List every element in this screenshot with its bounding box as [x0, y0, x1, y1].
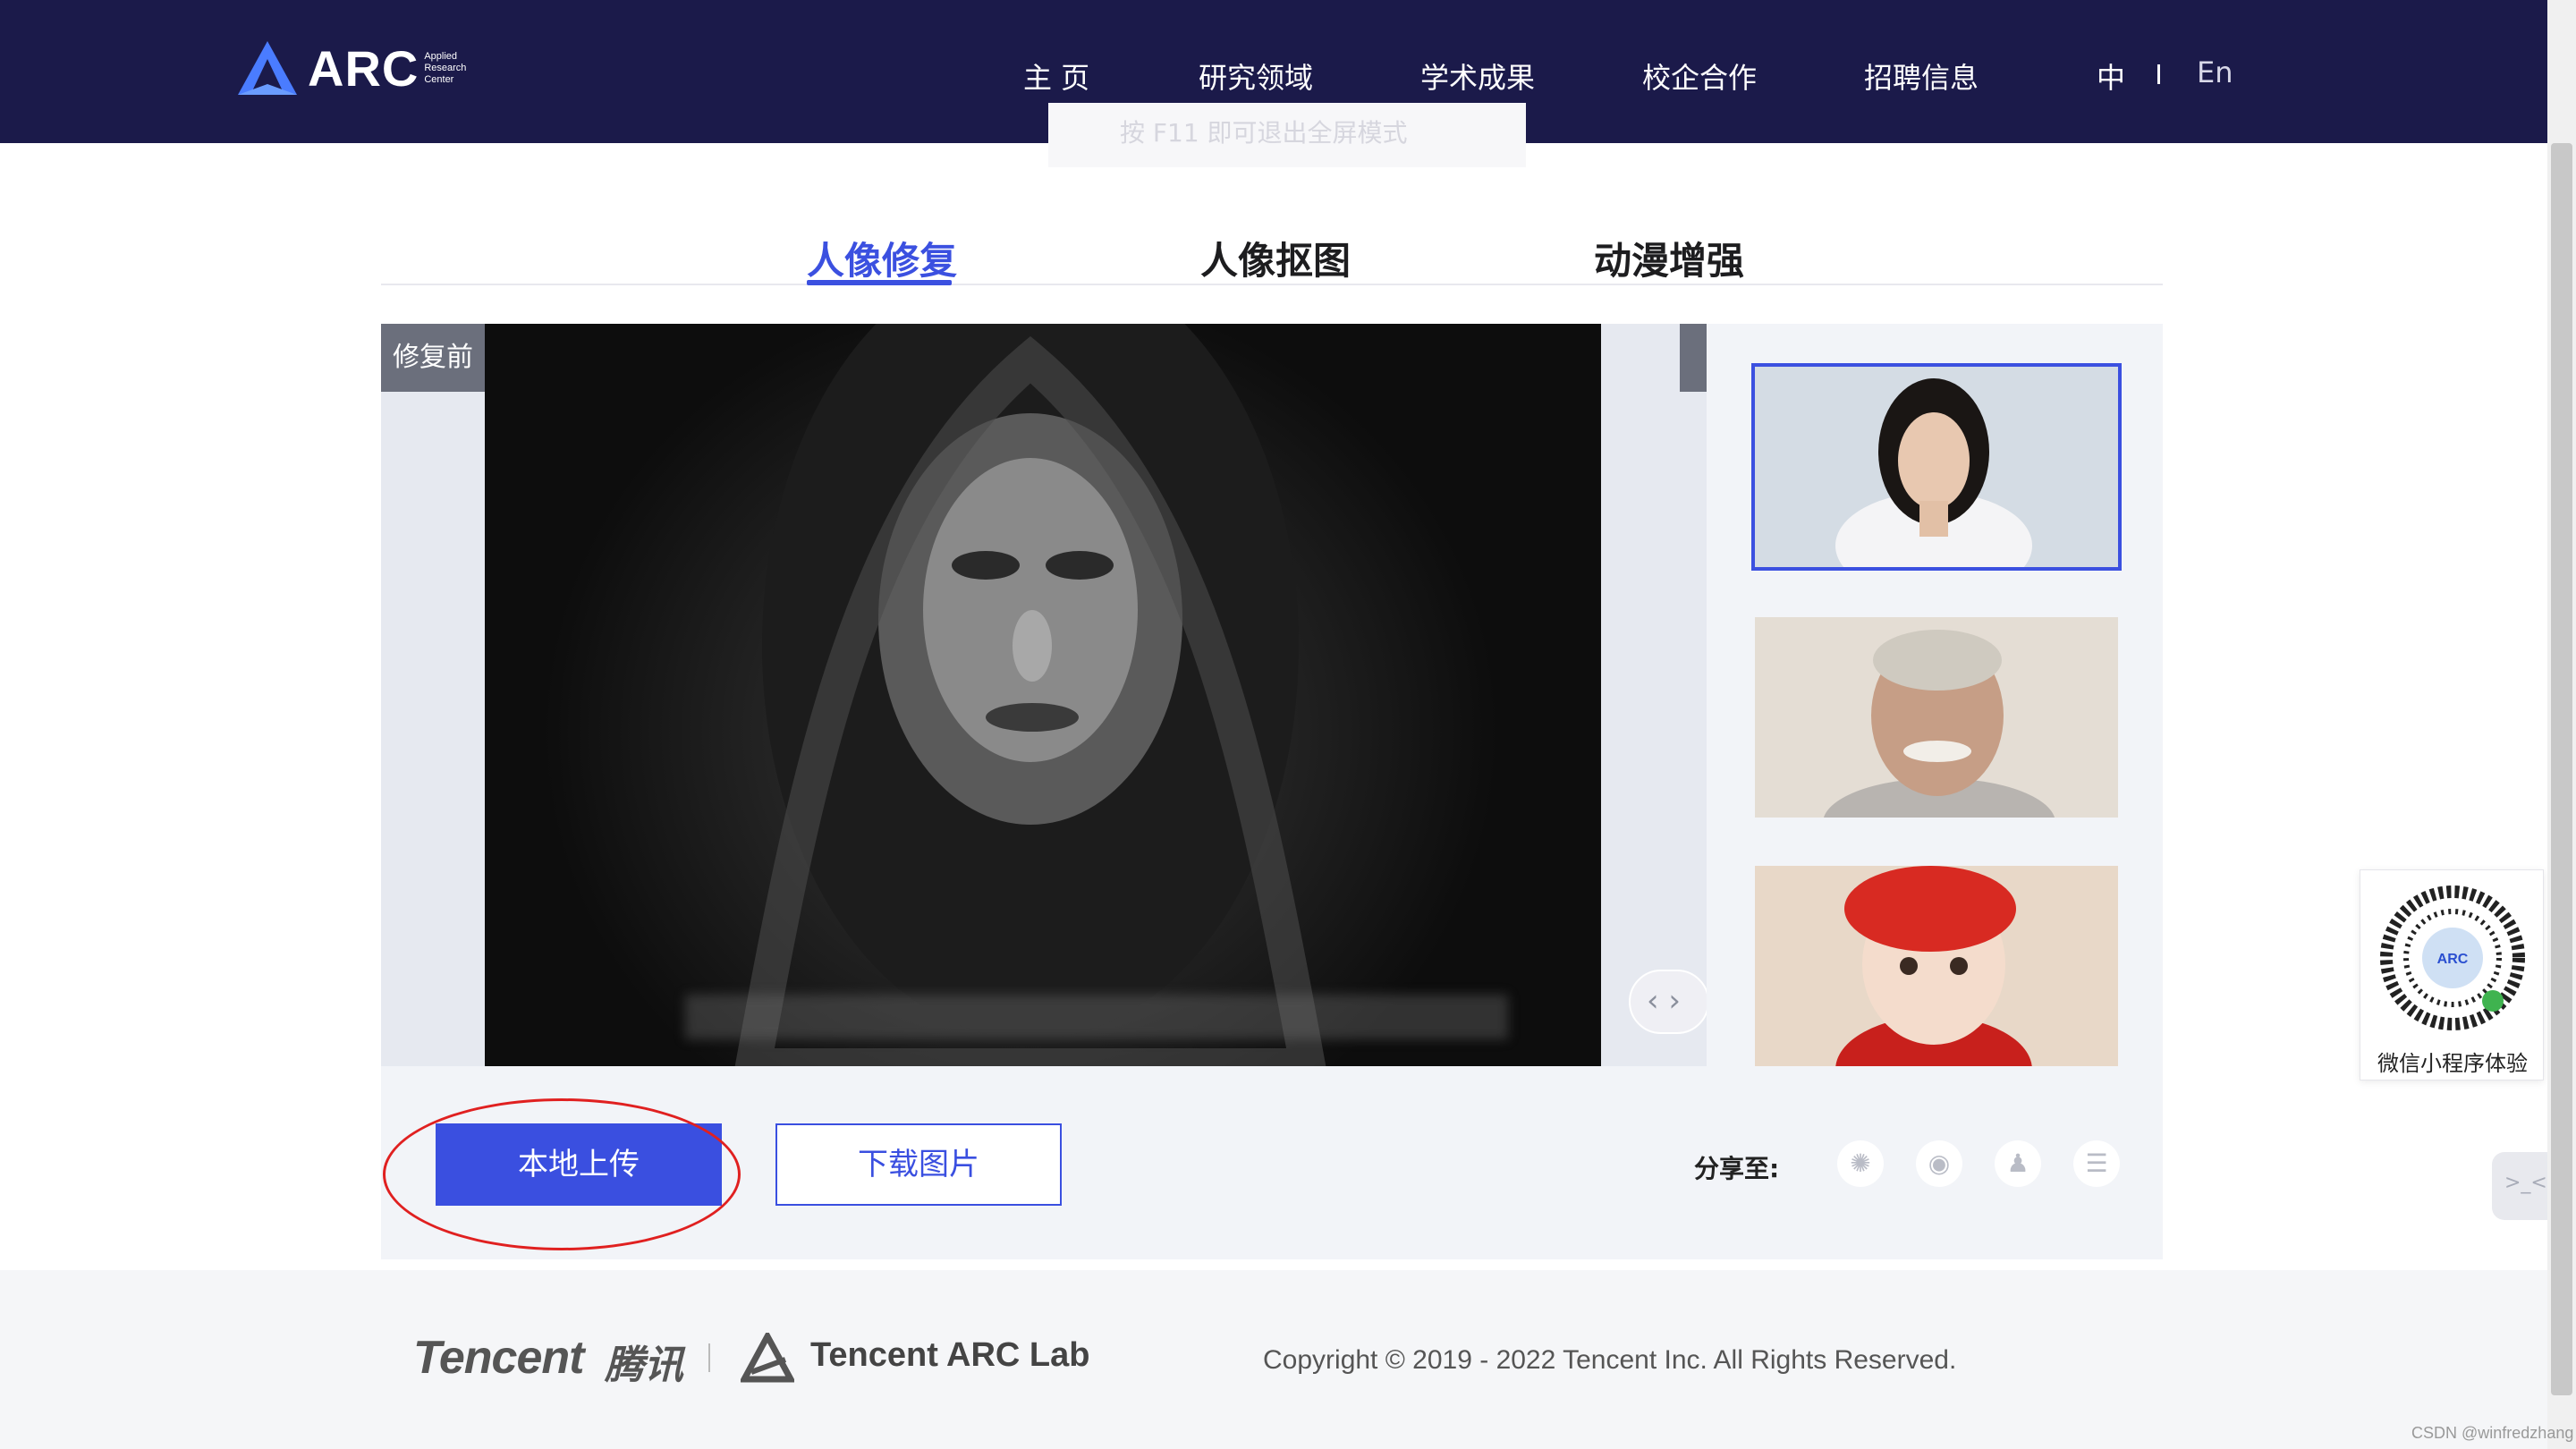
- nav-careers[interactable]: 招聘信息: [1864, 55, 1979, 97]
- logo-subtitle: Applied Research Center: [424, 50, 467, 85]
- download-button[interactable]: 下载图片: [775, 1123, 1062, 1206]
- nav-research[interactable]: 研究领域: [1199, 55, 1313, 97]
- thumbnail-young-woman[interactable]: [1751, 363, 2122, 571]
- before-label: 修复前: [381, 324, 485, 392]
- lang-zh[interactable]: 中: [2097, 55, 2125, 97]
- douban-icon[interactable]: ☰: [2073, 1140, 2120, 1187]
- tab-active-indicator: [807, 280, 952, 285]
- qr-code-icon: ARC: [2380, 886, 2525, 1030]
- tencent-logo-cn: 腾讯: [605, 1343, 683, 1388]
- qr-caption: 微信小程序体验: [2377, 1051, 2528, 1076]
- tencent-logo: Tencent: [413, 1332, 584, 1384]
- scrollbar-thumb[interactable]: [2551, 143, 2572, 1395]
- logo-text: ARC: [308, 39, 419, 97]
- qq-icon[interactable]: ♟: [1995, 1140, 2041, 1187]
- share-label: 分享至:: [1694, 1154, 1780, 1183]
- photo-caption-blurred: [685, 995, 1508, 1039]
- chat-float-button[interactable]: >_<: [2492, 1152, 2547, 1220]
- after-label: [1680, 324, 1707, 392]
- compare-viewer[interactable]: 修复前 ‹ ›: [381, 324, 1707, 1066]
- before-photo: [485, 324, 1601, 1066]
- nav-cooperation[interactable]: 校企合作: [1642, 55, 1757, 97]
- fullscreen-tip: 按 F11 即可退出全屏模式: [1048, 103, 1526, 167]
- arc-lab-name: Tencent ARC Lab: [810, 1336, 1090, 1374]
- copyright-text: Copyright © 2019 - 2022 Tencent Inc. All…: [1263, 1345, 1957, 1375]
- footer-divider: [708, 1343, 710, 1372]
- compare-slider-handle[interactable]: ‹ ›: [1629, 970, 1707, 1034]
- tab-portrait-matting[interactable]: 人像抠图: [1200, 231, 1351, 285]
- tab-anime-enhance[interactable]: 动漫增强: [1594, 231, 1744, 285]
- thumbnail-baby-red-hat[interactable]: [1755, 866, 2118, 1066]
- weibo-icon[interactable]: ◉: [1916, 1140, 1962, 1187]
- lang-en[interactable]: En: [2197, 55, 2233, 89]
- scrollbar[interactable]: [2547, 0, 2576, 1449]
- arc-lab-icon: [741, 1333, 794, 1383]
- qr-card[interactable]: ARC 微信小程序体验: [2360, 869, 2544, 1080]
- thumbnail-older-man[interactable]: [1755, 617, 2118, 818]
- svg-text:ARC: ARC: [2437, 952, 2469, 967]
- qzone-icon[interactable]: ✺: [1837, 1140, 1884, 1187]
- annotation-circle: [383, 1098, 741, 1250]
- nav-publications[interactable]: 学术成果: [1420, 55, 1535, 97]
- arc-logo[interactable]: ARC Applied Research Center: [234, 38, 466, 98]
- nav-home[interactable]: 主 页: [1023, 55, 1089, 97]
- arc-logo-icon: [238, 41, 297, 95]
- lang-divider: [2157, 64, 2160, 84]
- tab-portrait-restore[interactable]: 人像修复: [807, 231, 957, 285]
- watermark: CSDN @winfredzhang: [2411, 1424, 2574, 1442]
